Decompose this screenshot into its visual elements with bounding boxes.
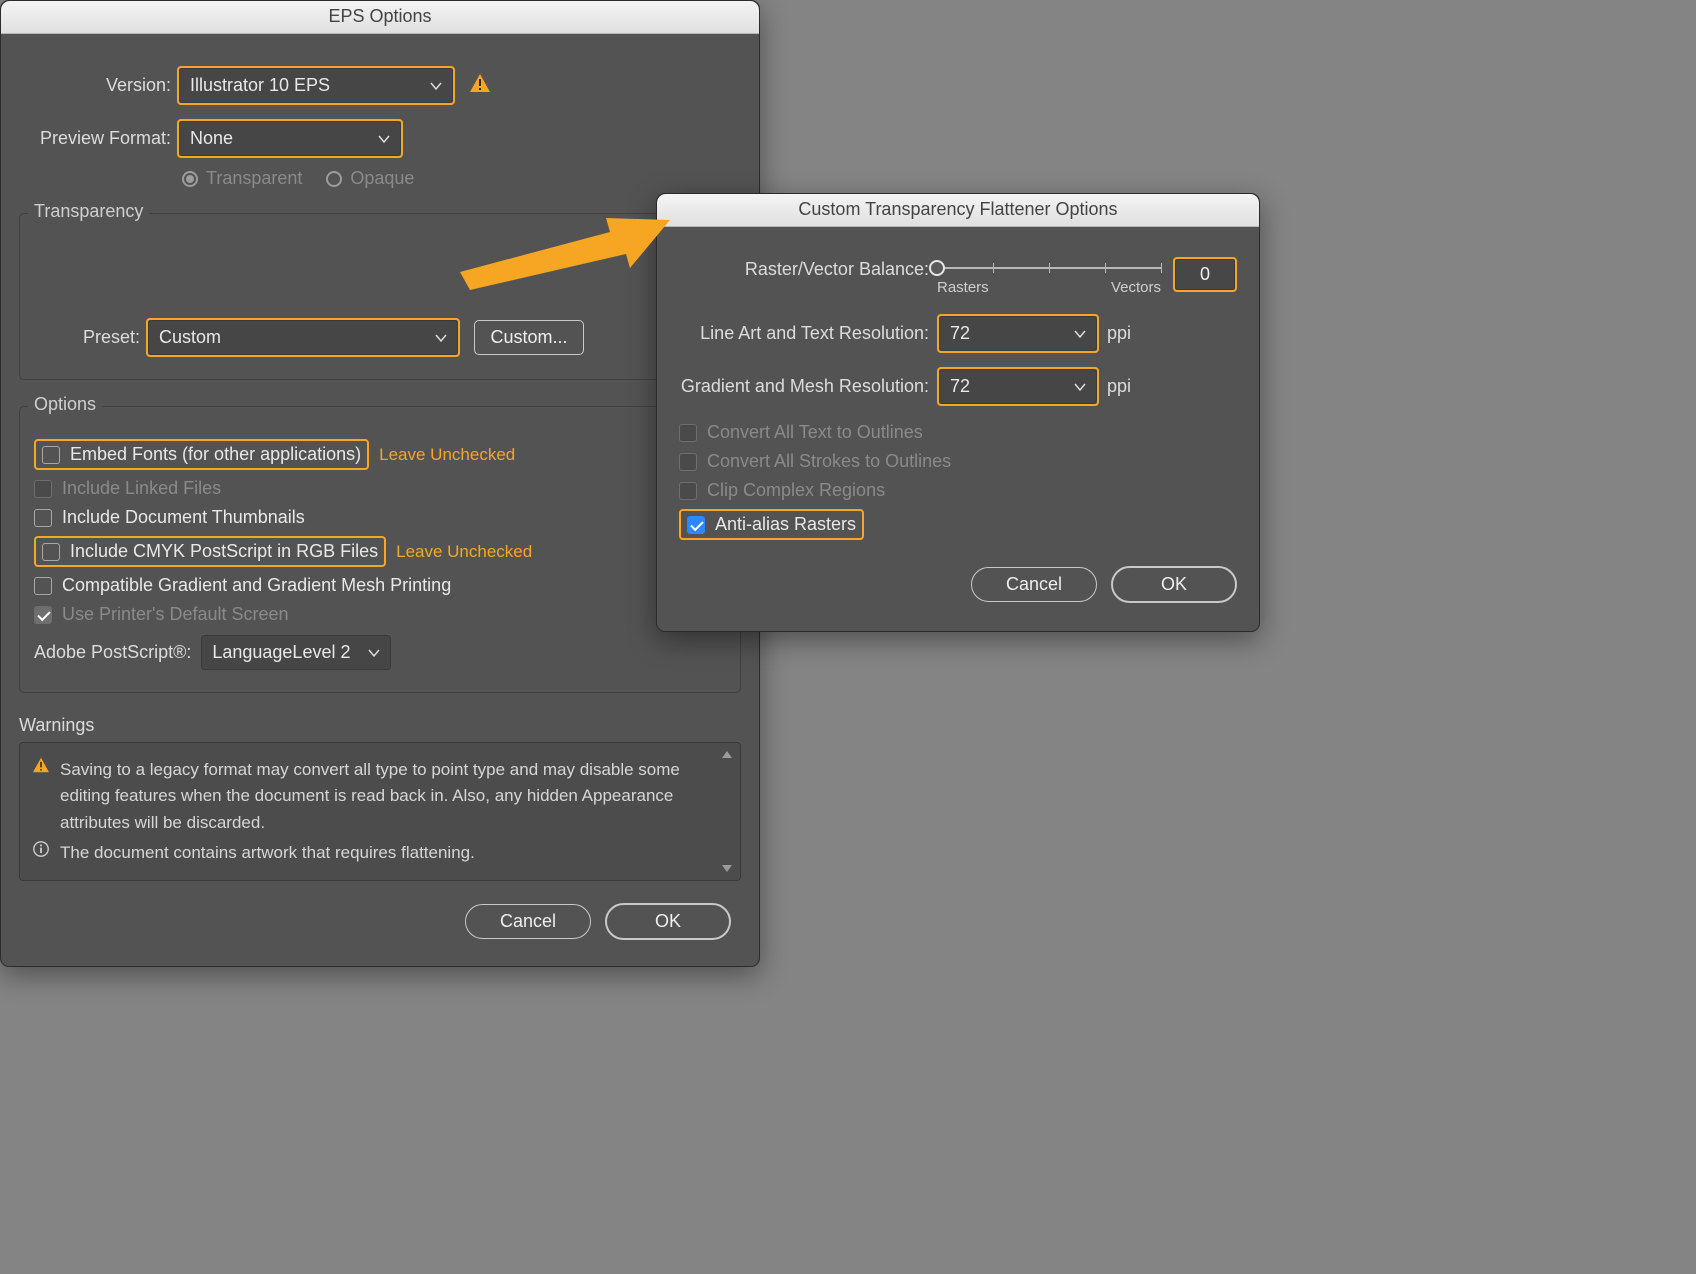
- preview-select-highlight: None: [177, 119, 403, 158]
- warning-icon: [32, 757, 50, 773]
- lineart-select[interactable]: 72: [939, 316, 1097, 351]
- convert-text-checkbox: [679, 424, 697, 442]
- postscript-value: LanguageLevel 2: [212, 642, 350, 663]
- embed-fonts-highlight: Embed Fonts (for other applications): [34, 439, 369, 470]
- antialias-label: Anti-alias Rasters: [715, 514, 856, 535]
- lineart-highlight: 72: [937, 314, 1099, 353]
- custom-button-label: Custom...: [490, 327, 567, 348]
- mesh-select[interactable]: 72: [939, 369, 1097, 404]
- version-select-highlight: Illustrator 10 EPS: [177, 66, 455, 105]
- transparent-label: Transparent: [206, 168, 302, 189]
- cmyk-label: Include CMYK PostScript in RGB Files: [70, 541, 378, 562]
- warning-text-2: The document contains artwork that requi…: [60, 840, 475, 866]
- postscript-label: Adobe PostScript®:: [34, 642, 201, 663]
- printer-default-checkbox: [34, 606, 52, 624]
- antialias-checkbox[interactable]: [687, 516, 705, 534]
- chevron-down-icon: [435, 332, 447, 344]
- warning-icon: [469, 73, 491, 98]
- eps-title: EPS Options: [328, 6, 431, 26]
- chevron-down-icon: [1074, 381, 1086, 393]
- preview-format-label: Preview Format:: [19, 128, 177, 149]
- mesh-unit: ppi: [1099, 376, 1131, 397]
- flattener-title: Custom Transparency Flattener Options: [798, 199, 1117, 219]
- lineart-label: Line Art and Text Resolution:: [679, 323, 937, 344]
- doc-thumbnails-checkbox[interactable]: [34, 509, 52, 527]
- chevron-down-icon: [368, 647, 380, 659]
- info-icon: [32, 840, 50, 858]
- chevron-down-icon: [1074, 328, 1086, 340]
- cmyk-annotation: Leave Unchecked: [396, 542, 532, 562]
- balance-slider[interactable]: [937, 267, 1161, 269]
- postscript-select[interactable]: LanguageLevel 2: [201, 635, 391, 670]
- balance-label: Raster/Vector Balance:: [679, 257, 937, 280]
- flattener-cancel-button[interactable]: Cancel: [971, 567, 1097, 602]
- chevron-down-icon: [378, 133, 390, 145]
- rasters-label: Rasters: [937, 279, 989, 296]
- cancel-label: Cancel: [500, 911, 556, 932]
- cmyk-checkbox[interactable]: [42, 543, 60, 561]
- options-group: Options Embed Fonts (for other applicati…: [19, 406, 741, 693]
- embed-fonts-label: Embed Fonts (for other applications): [70, 444, 361, 465]
- linked-files-label: Include Linked Files: [62, 478, 221, 499]
- transparency-group: Transparency Preset: Custom Custom...: [19, 213, 741, 380]
- balance-value: 0: [1200, 264, 1210, 284]
- compat-gradient-label: Compatible Gradient and Gradient Mesh Pr…: [62, 575, 451, 596]
- cmyk-highlight: Include CMYK PostScript in RGB Files: [34, 536, 386, 567]
- flattener-titlebar: Custom Transparency Flattener Options: [657, 194, 1259, 227]
- transparent-radio: Transparent: [182, 168, 302, 189]
- compat-gradient-checkbox[interactable]: [34, 577, 52, 595]
- convert-text-label: Convert All Text to Outlines: [707, 422, 923, 443]
- warnings-label: Warnings: [19, 715, 741, 736]
- radio-icon: [182, 171, 198, 187]
- linked-files-checkbox: [34, 480, 52, 498]
- version-value: Illustrator 10 EPS: [190, 75, 330, 96]
- antialias-highlight: Anti-alias Rasters: [679, 509, 864, 540]
- opaque-label: Opaque: [350, 168, 414, 189]
- lineart-value: 72: [950, 323, 970, 344]
- version-select[interactable]: Illustrator 10 EPS: [179, 68, 453, 103]
- balance-value-input[interactable]: 0: [1175, 259, 1235, 290]
- flattener-dialog: Custom Transparency Flattener Options Ra…: [656, 193, 1260, 632]
- ok-label: OK: [655, 911, 681, 932]
- mesh-label: Gradient and Mesh Resolution:: [679, 376, 937, 397]
- opaque-radio: Opaque: [326, 168, 414, 189]
- preset-select[interactable]: Custom: [148, 320, 458, 355]
- preview-format-select[interactable]: None: [179, 121, 401, 156]
- warnings-section: Warnings Saving to a legacy format may c…: [19, 715, 741, 881]
- scroll-indicator[interactable]: [722, 751, 734, 872]
- embed-fonts-annotation: Leave Unchecked: [379, 445, 515, 465]
- mesh-value: 72: [950, 376, 970, 397]
- chevron-down-icon: [430, 80, 442, 92]
- lineart-unit: ppi: [1099, 323, 1131, 344]
- preview-value: None: [190, 128, 233, 149]
- custom-button[interactable]: Custom...: [474, 320, 584, 355]
- preset-value: Custom: [159, 327, 221, 348]
- eps-cancel-button[interactable]: Cancel: [465, 904, 591, 939]
- eps-titlebar: EPS Options: [1, 1, 759, 34]
- flattener-ok-button[interactable]: OK: [1111, 566, 1237, 603]
- convert-strokes-label: Convert All Strokes to Outlines: [707, 451, 951, 472]
- radio-icon: [326, 171, 342, 187]
- version-label: Version:: [19, 75, 177, 96]
- printer-default-label: Use Printer's Default Screen: [62, 604, 289, 625]
- vectors-label: Vectors: [1111, 279, 1161, 296]
- preset-select-highlight: Custom: [146, 318, 460, 357]
- eps-ok-button[interactable]: OK: [605, 903, 731, 940]
- transparency-legend: Transparency: [28, 201, 149, 222]
- ok-label: OK: [1161, 574, 1187, 595]
- embed-fonts-checkbox[interactable]: [42, 446, 60, 464]
- options-legend: Options: [28, 394, 102, 415]
- warnings-list: Saving to a legacy format may convert al…: [19, 742, 741, 881]
- clip-regions-label: Clip Complex Regions: [707, 480, 885, 501]
- cancel-label: Cancel: [1006, 574, 1062, 595]
- warning-text-1: Saving to a legacy format may convert al…: [60, 757, 680, 836]
- eps-options-dialog: EPS Options Version: Illustrator 10 EPS …: [0, 0, 760, 967]
- clip-regions-checkbox: [679, 482, 697, 500]
- slider-thumb[interactable]: [929, 260, 945, 276]
- preset-label: Preset:: [34, 327, 146, 348]
- balance-value-highlight: 0: [1173, 257, 1237, 292]
- convert-strokes-checkbox: [679, 453, 697, 471]
- mesh-highlight: 72: [937, 367, 1099, 406]
- doc-thumbnails-label: Include Document Thumbnails: [62, 507, 305, 528]
